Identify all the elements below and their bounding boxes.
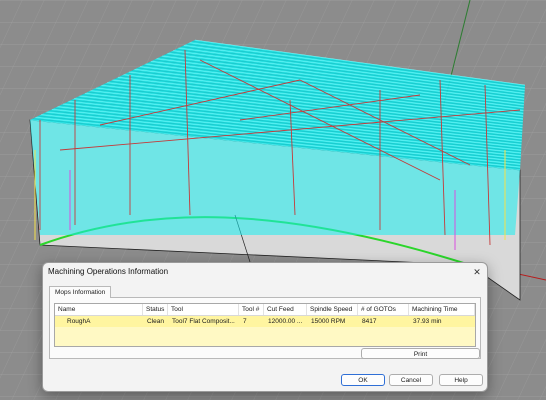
cell-name: RoughA — [67, 318, 91, 325]
cell-machining-time: 37.93 min — [413, 318, 442, 325]
column-header-spindle-speed[interactable]: Spindle Speed — [307, 304, 358, 315]
ok-button[interactable]: OK — [341, 374, 385, 386]
cancel-button[interactable]: Cancel — [389, 374, 433, 386]
dialog-titlebar[interactable]: Machining Operations Information ✕ — [43, 263, 487, 281]
column-header-gotos[interactable]: # of GOTOs — [358, 304, 409, 315]
mops-information-panel: Name Status Tool Tool # Cut Feed Spindle… — [49, 297, 481, 359]
column-header-tool[interactable]: Tool — [168, 304, 239, 315]
cell-tool-number: 7 — [243, 318, 247, 325]
dialog-title: Machining Operations Information — [48, 267, 169, 276]
table-row[interactable]: RoughA Clean Tool7 Flat Composit... 7 12… — [55, 316, 475, 327]
cell-tool: Tool7 Flat Composit... — [172, 318, 235, 325]
column-header-cut-feed[interactable]: Cut Feed — [264, 304, 307, 315]
cell-cut-feed: 12000.00 ... — [268, 318, 303, 325]
column-header-tool-number[interactable]: Tool # — [239, 304, 264, 315]
help-button[interactable]: Help — [439, 374, 483, 386]
cell-spindle-speed: 15000 RPM — [311, 318, 346, 325]
column-header-status[interactable]: Status — [143, 304, 168, 315]
column-header-name[interactable]: Name — [55, 304, 143, 315]
machining-operations-dialog: Machining Operations Information ✕ Mops … — [42, 262, 488, 392]
close-icon[interactable]: ✕ — [471, 266, 483, 278]
cell-status: Clean — [147, 318, 164, 325]
tab-mops-information[interactable]: Mops Information — [49, 286, 112, 298]
operations-table: Name Status Tool Tool # Cut Feed Spindle… — [54, 303, 476, 347]
print-button[interactable]: Print — [361, 348, 480, 359]
column-header-machining-time[interactable]: Machining Time — [409, 304, 475, 315]
table-header: Name Status Tool Tool # Cut Feed Spindle… — [55, 304, 475, 316]
cell-gotos: 8417 — [362, 318, 377, 325]
